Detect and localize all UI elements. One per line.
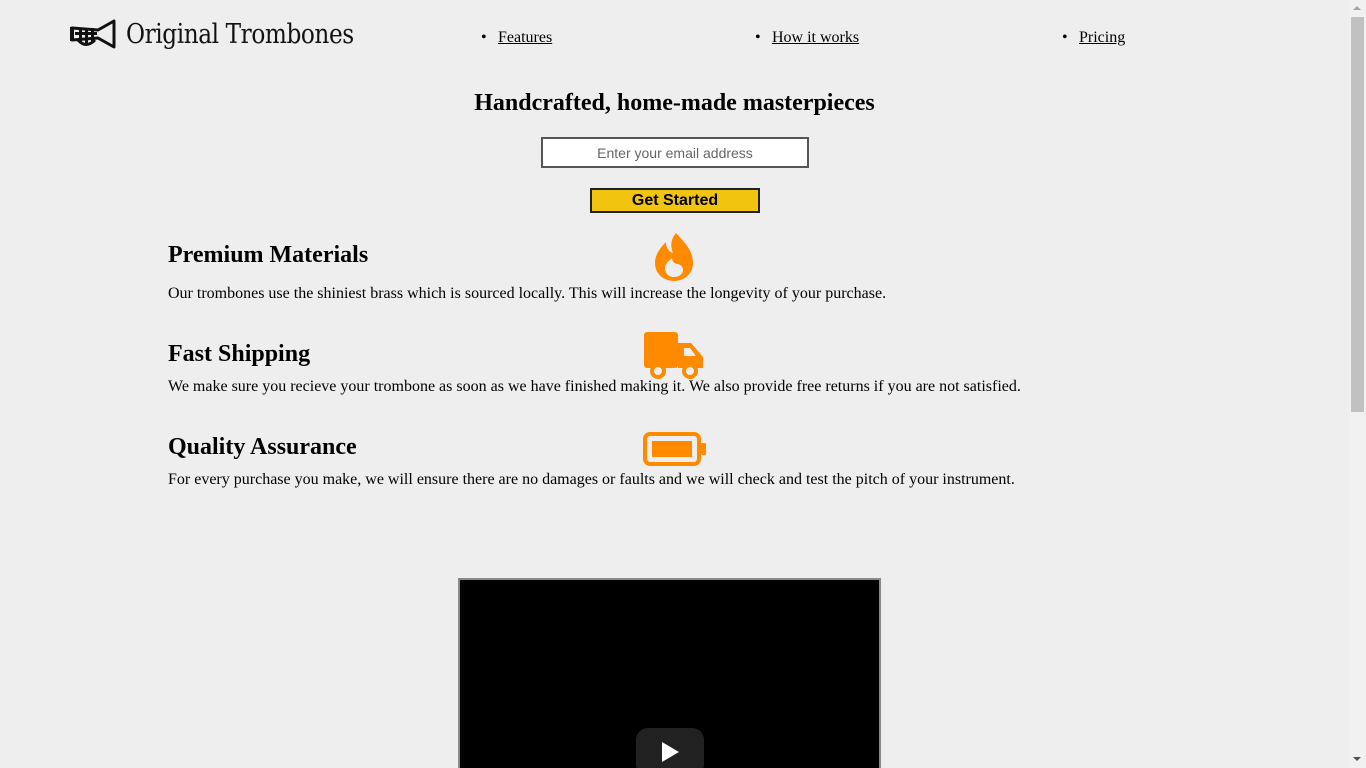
video-player[interactable]: [458, 578, 881, 768]
feature-text: We make sure you recieve your trombone a…: [168, 378, 1021, 395]
nav-menu: Features How it works Pricing: [0, 28, 1349, 52]
page: Original Trombones Features How it works…: [0, 0, 1349, 768]
nav-link-features[interactable]: Features: [498, 29, 552, 46]
scroll-down-arrow[interactable]: [1349, 751, 1366, 768]
nav-link-pricing[interactable]: Pricing: [1079, 29, 1125, 46]
scroll-up-arrow[interactable]: [1349, 0, 1366, 17]
feature-text: For every purchase you make, we will ens…: [168, 471, 1015, 488]
feature-text: Our trombones use the shiniest brass whi…: [168, 285, 887, 302]
battery-icon: [643, 432, 706, 466]
nav-item-how-it-works: How it works: [755, 28, 859, 48]
play-button[interactable]: [636, 728, 704, 768]
feature-title: Premium Materials: [168, 242, 369, 268]
play-icon: [662, 742, 679, 762]
nav-item-features: Features: [481, 28, 552, 48]
scroll-thumb[interactable]: [1351, 17, 1364, 412]
nav-item-pricing: Pricing: [1062, 28, 1125, 48]
hero-title: Handcrafted, home-made masterpieces: [474, 90, 875, 116]
get-started-button[interactable]: Get Started: [590, 188, 760, 213]
nav-link-how-it-works[interactable]: How it works: [772, 29, 859, 46]
feature-title: Fast Shipping: [168, 341, 311, 367]
fire-icon: [655, 233, 693, 281]
feature-title: Quality Assurance: [168, 434, 357, 460]
email-input[interactable]: [541, 137, 809, 168]
truck-icon: [644, 332, 703, 379]
scrollbar[interactable]: [1349, 0, 1366, 768]
